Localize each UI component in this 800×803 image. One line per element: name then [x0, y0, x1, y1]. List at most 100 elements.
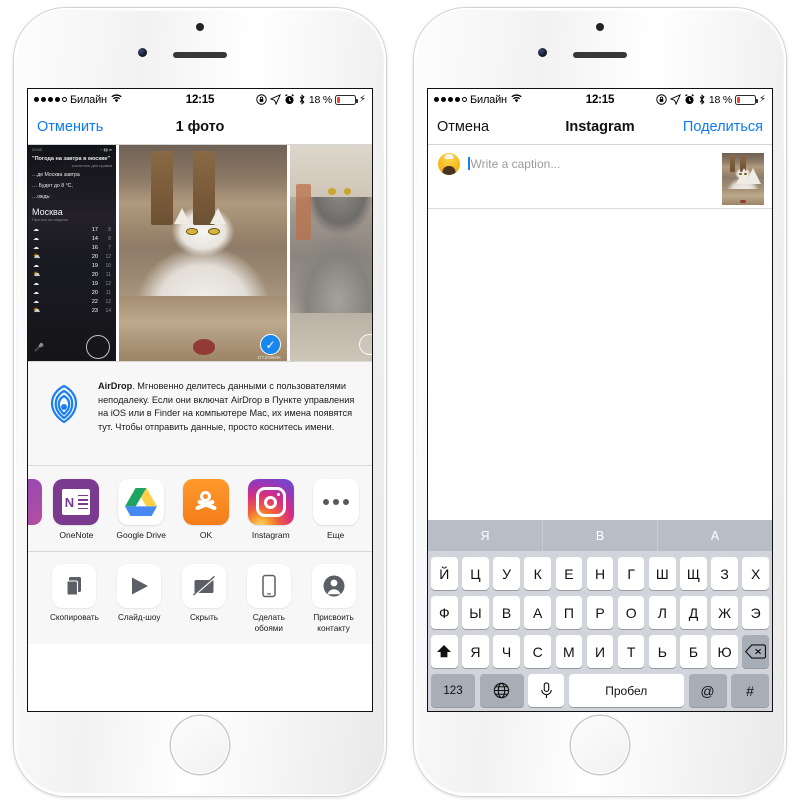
- key-letter[interactable]: П: [555, 596, 583, 629]
- key-letter[interactable]: Ш: [648, 557, 676, 590]
- wx-forecast-row: ☁ 17 8: [28, 225, 116, 234]
- prediction-suggestion[interactable]: А: [658, 520, 772, 551]
- selected-photos-strip[interactable]: 23:50 ⌁ ▮▮ ▰ "Погода на завтра в москве"…: [28, 145, 372, 361]
- key-letter[interactable]: Ж: [711, 596, 738, 629]
- location-arrow-icon: [269, 94, 281, 105]
- key-letter[interactable]: И: [586, 635, 614, 668]
- composer-blank-area: [428, 209, 772, 520]
- partly-cloudy-icon: ⛅: [33, 272, 41, 279]
- wx-forecast-row: ⛅ 20 12: [28, 252, 116, 261]
- action-hide[interactable]: Скрыть: [172, 564, 237, 624]
- key-letter[interactable]: Р: [586, 596, 614, 629]
- wallpaper-phone-icon: [246, 564, 291, 608]
- prediction-suggestion[interactable]: Я: [428, 520, 543, 551]
- key-letter[interactable]: Ч: [493, 635, 520, 668]
- app-peek-partial[interactable]: [28, 479, 44, 525]
- wx-low: 8: [108, 235, 111, 242]
- more-ellipsis-icon: [312, 479, 359, 525]
- partly-cloudy-icon: ⛅: [33, 254, 41, 261]
- share-app-ok[interactable]: OK: [174, 479, 239, 540]
- numeric-keyboard-button[interactable]: 123: [431, 674, 475, 707]
- post-thumbnail[interactable]: [722, 153, 764, 205]
- key-letter[interactable]: Г: [617, 557, 645, 590]
- proximity-sensor-icon: [596, 23, 604, 31]
- key-letter[interactable]: З: [711, 557, 738, 590]
- keyboard-row-2[interactable]: Ф Ы В А П Р О Л Д Ж Э: [428, 596, 772, 629]
- key-letter[interactable]: А: [524, 596, 552, 629]
- key-letter[interactable]: Л: [648, 596, 676, 629]
- action-assign-to-contact[interactable]: Присвоить контакту: [301, 564, 366, 634]
- key-letter[interactable]: Ф: [430, 596, 458, 629]
- share-app-instagram[interactable]: Instagram: [238, 479, 303, 540]
- wx-high: 19: [91, 280, 98, 287]
- onenote-letter: N: [64, 494, 75, 510]
- prediction-suggestion[interactable]: В: [543, 520, 658, 551]
- share-button[interactable]: Поделиться: [683, 119, 763, 135]
- photo-selected-checkmark-icon[interactable]: ✓: [260, 334, 281, 355]
- photo-thumbnail-weather[interactable]: 23:50 ⌁ ▮▮ ▰ "Погода на завтра в москве"…: [28, 145, 116, 361]
- wx-high: 22: [91, 298, 98, 305]
- action-copy[interactable]: Скопировать: [42, 564, 107, 624]
- caption-composer[interactable]: Write a caption...: [428, 145, 772, 209]
- key-letter[interactable]: Ь: [648, 635, 676, 668]
- shift-arrow-icon[interactable]: [430, 635, 458, 668]
- space-key[interactable]: Пробел: [568, 674, 684, 707]
- right-nav-bar: Отмена Instagram Поделиться: [428, 110, 772, 145]
- action-label: Скрыть: [190, 613, 218, 622]
- key-letter[interactable]: Ц: [462, 557, 489, 590]
- globe-icon[interactable]: [479, 674, 524, 707]
- partly-cloudy-icon: ⛅: [33, 308, 41, 315]
- keyboard-row-1[interactable]: Й Ц У К Е Н Г Ш Щ З Х: [428, 557, 772, 590]
- key-letter[interactable]: О: [617, 596, 645, 629]
- key-letter[interactable]: Н: [586, 557, 614, 590]
- share-actions-row[interactable]: Скопировать Слайд-шоу Скрыть Сделать обо…: [28, 552, 372, 645]
- photo-select-circle[interactable]: [86, 335, 110, 359]
- wx-forecast-row: ☁ 16 7: [28, 243, 116, 252]
- key-letter[interactable]: Т: [617, 635, 645, 668]
- key-letter[interactable]: Щ: [680, 557, 707, 590]
- wx-city-subtitle: Прогноз на неделю: [32, 217, 68, 223]
- action-label: Слайд-шоу: [117, 613, 161, 622]
- hash-key[interactable]: #: [731, 674, 769, 707]
- keyboard-row-4[interactable]: 123 Пробел @ #: [428, 674, 772, 707]
- backspace-icon[interactable]: [742, 635, 770, 668]
- photo-thumbnail-white-cat[interactable]: ОТЗОВИК ✓: [119, 145, 287, 361]
- key-letter[interactable]: М: [555, 635, 583, 668]
- key-letter[interactable]: Ю: [711, 635, 738, 668]
- key-letter[interactable]: Ы: [462, 596, 489, 629]
- key-letter[interactable]: Б: [680, 635, 707, 668]
- action-set-wallpaper[interactable]: Сделать обоями: [236, 564, 301, 634]
- key-letter[interactable]: Е: [555, 557, 583, 590]
- action-slideshow[interactable]: Слайд-шоу: [107, 564, 172, 624]
- share-apps-row[interactable]: N OneNote Google Drive OK Instagram Еще: [28, 466, 372, 552]
- key-letter[interactable]: Я: [462, 635, 489, 668]
- siri-weather-content: 23:50 ⌁ ▮▮ ▰ "Погода на завтра в москве"…: [28, 145, 116, 361]
- bluetooth-icon: [698, 94, 706, 105]
- share-app-more[interactable]: Еще: [303, 479, 368, 540]
- key-letter[interactable]: С: [524, 635, 552, 668]
- key-letter[interactable]: У: [493, 557, 520, 590]
- cancel-button[interactable]: Отменить: [37, 119, 103, 135]
- wx-low: 12: [105, 253, 111, 260]
- home-button[interactable]: [571, 716, 629, 774]
- photo-thumbnail-grey-cat[interactable]: [290, 145, 372, 361]
- share-app-google-drive[interactable]: Google Drive: [109, 479, 174, 540]
- russian-keyboard[interactable]: Я В А Й Ц У К Е Н Г Ш Щ З Х Ф Ы В А П Р …: [428, 520, 772, 711]
- key-letter[interactable]: Д: [680, 596, 707, 629]
- key-letter[interactable]: Х: [742, 557, 770, 590]
- microphone-icon[interactable]: [528, 674, 564, 707]
- key-letter[interactable]: В: [493, 596, 520, 629]
- key-letter[interactable]: Э: [742, 596, 770, 629]
- caption-input[interactable]: Write a caption...: [468, 153, 714, 173]
- prediction-bar[interactable]: Я В А: [428, 520, 772, 551]
- at-key[interactable]: @: [688, 674, 727, 707]
- location-arrow-icon: [669, 94, 681, 105]
- action-label: Скопировать: [49, 613, 99, 622]
- cancel-button[interactable]: Отмена: [437, 119, 489, 135]
- key-letter[interactable]: К: [524, 557, 552, 590]
- keyboard-row-3[interactable]: Я Ч С М И Т Ь Б Ю: [428, 635, 772, 668]
- wx-query: "Погода на завтра в москве": [32, 156, 111, 162]
- home-button[interactable]: [171, 716, 229, 774]
- share-app-onenote[interactable]: N OneNote: [44, 479, 109, 540]
- key-letter[interactable]: Й: [430, 557, 458, 590]
